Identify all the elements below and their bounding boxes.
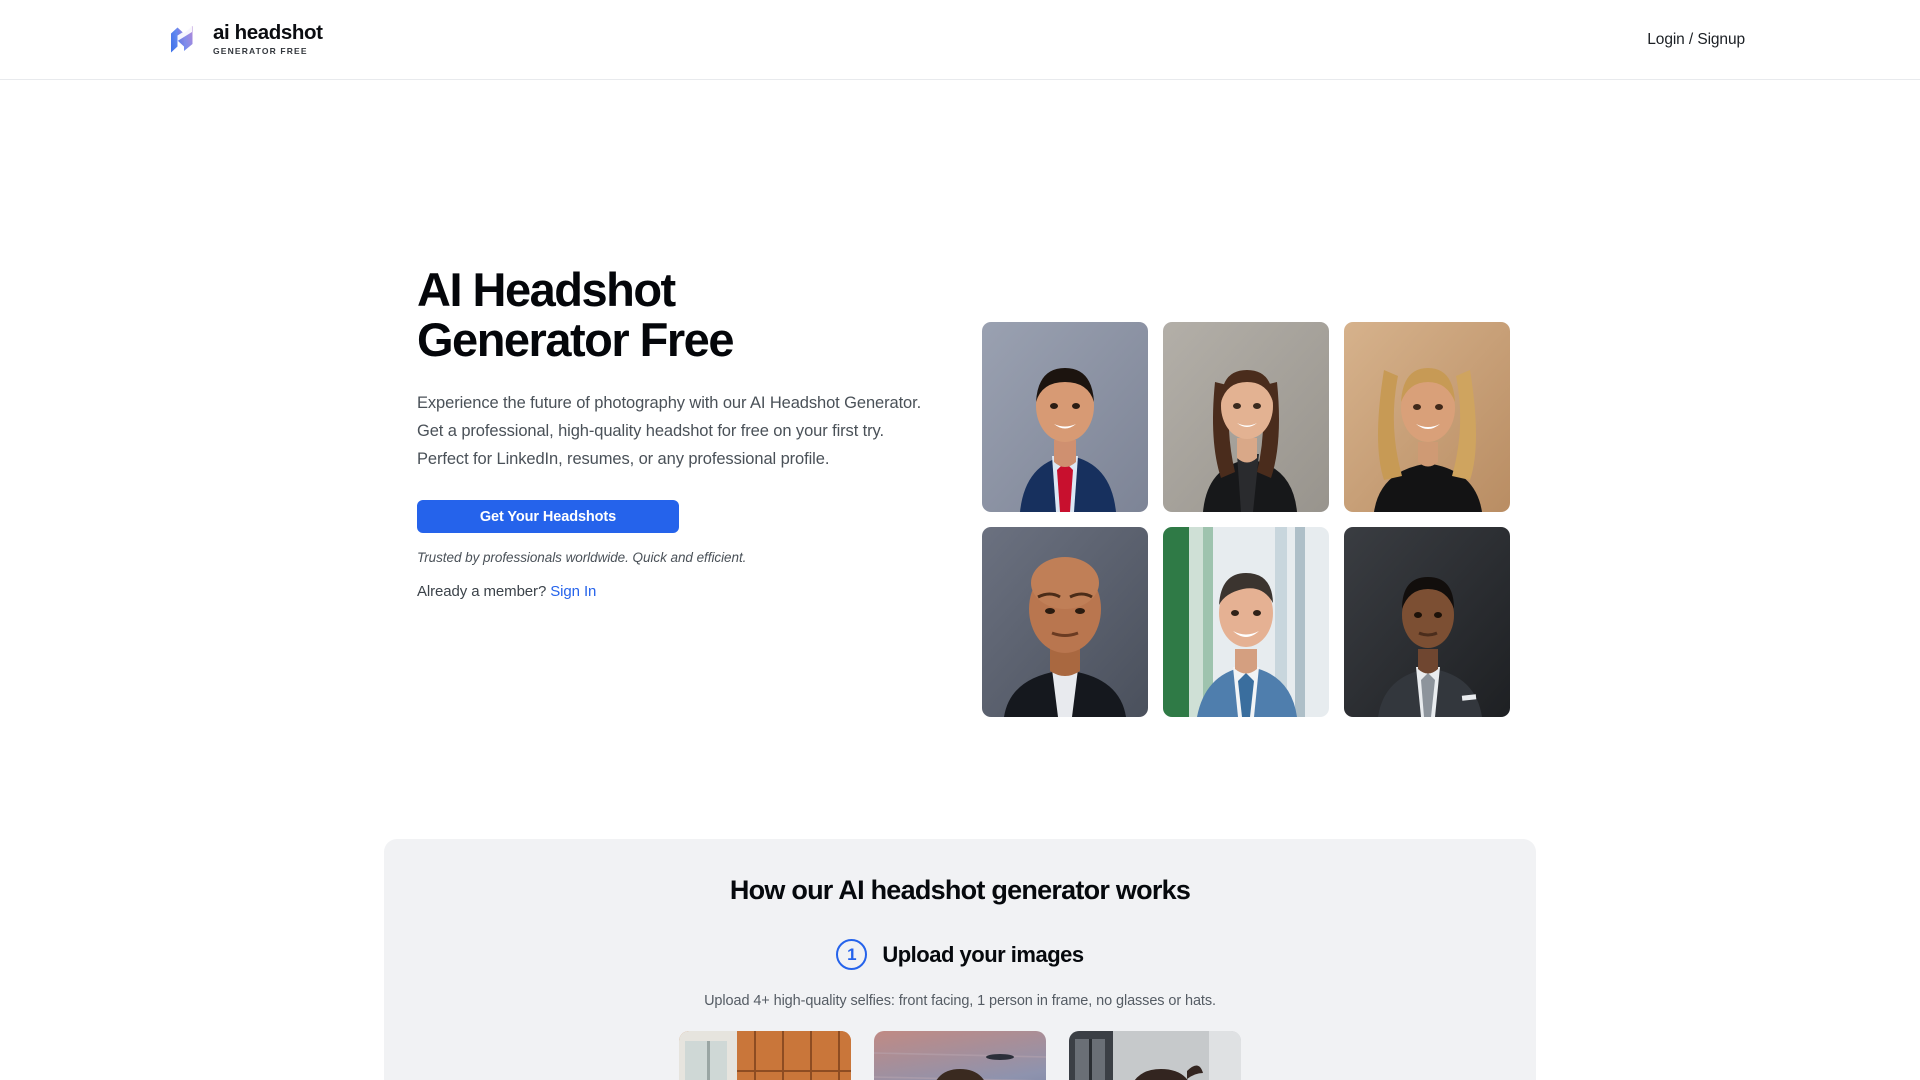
how-it-works-title: How our AI headshot generator works bbox=[729, 875, 1191, 905]
step-caption: Upload 4+ high-quality selfies: front fa… bbox=[704, 993, 1216, 1009]
selfie-example-1[interactable] bbox=[679, 1031, 851, 1080]
headshot-photo-4[interactable] bbox=[982, 527, 1148, 717]
hero-title-line-1: AI Headshot bbox=[417, 263, 676, 316]
selfie-examples-row bbox=[384, 1031, 1536, 1080]
hero-subtitle: Experience the future of photography wit… bbox=[417, 394, 922, 468]
get-your-headshots-button[interactable]: Get Your Headshots bbox=[417, 500, 679, 534]
brand-name: ai headshot bbox=[213, 21, 323, 45]
headshot-photo-5[interactable] bbox=[1163, 527, 1329, 717]
selfie-example-2[interactable] bbox=[874, 1031, 1046, 1080]
site-header: ai headshot GENERATOR FREE Login / Signu… bbox=[0, 0, 1920, 80]
page-title: AI Headshot Generator Free bbox=[417, 265, 932, 364]
hero-section: AI Headshot Generator Free Experience th… bbox=[0, 80, 1920, 717]
brand-logo-link[interactable]: ai headshot GENERATOR FREE bbox=[168, 22, 323, 57]
step-number-badge: 1 bbox=[836, 939, 868, 970]
how-it-works-panel: How our AI headshot generator works 1 Up… bbox=[384, 839, 1536, 1080]
member-prefix-text: Already a member? bbox=[417, 583, 547, 601]
header-right-group: Login / Signup bbox=[1647, 31, 1920, 49]
step-title: Upload your images bbox=[882, 941, 1084, 967]
login-signup-link[interactable]: Login / Signup bbox=[1647, 31, 1745, 48]
headshot-photo-2[interactable] bbox=[1163, 322, 1329, 512]
selfie-example-3[interactable] bbox=[1069, 1031, 1241, 1080]
headshot-photo-6[interactable] bbox=[1344, 527, 1510, 717]
hero-copy: AI Headshot Generator Free Experience th… bbox=[417, 265, 932, 600]
hero-title-line-2: Generator Free bbox=[417, 312, 734, 366]
step-header: 1 Upload your images bbox=[384, 939, 1536, 970]
member-signin-line: Already a member? Sign In bbox=[417, 583, 932, 600]
hero-photo-gallery bbox=[982, 322, 1510, 717]
sign-in-link[interactable]: Sign In bbox=[550, 583, 596, 600]
trust-note: Trusted by professionals worldwide. Quic… bbox=[417, 550, 747, 566]
gradient-wave-logo-icon bbox=[168, 23, 202, 57]
headshot-photo-1[interactable] bbox=[982, 322, 1148, 512]
headshot-photo-3[interactable] bbox=[1344, 322, 1510, 512]
brand-tagline: GENERATOR FREE bbox=[213, 45, 308, 56]
